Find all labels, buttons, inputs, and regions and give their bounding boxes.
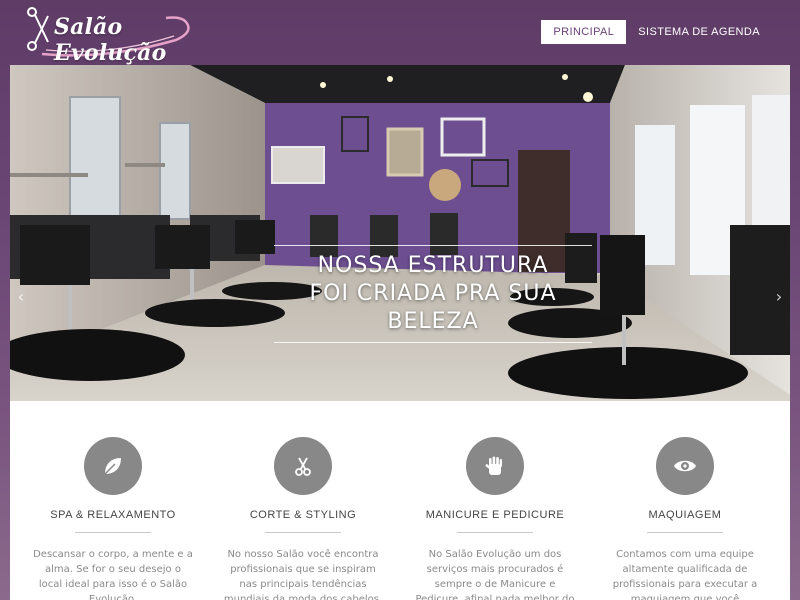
- service-title: CORTE & STYLING: [249, 509, 357, 521]
- hero-headline-line-2: FOI CRIADA PRA SUA BELEZA: [309, 281, 557, 334]
- hero-headline-line-1: NOSSA ESTRUTURA: [317, 253, 549, 278]
- nav-item-principal[interactable]: PRINCIPAL: [541, 20, 627, 44]
- service-description: No nosso Salão você encontra profissiona…: [223, 549, 383, 600]
- service-description: No Salão Evolução um dos serviços mais p…: [415, 549, 575, 600]
- service-divider: [457, 532, 533, 533]
- service-title: MANICURE E PEDICURE: [425, 509, 565, 521]
- eye-icon: [656, 437, 714, 495]
- service-description: Contamos com uma equipe altamente qualif…: [612, 549, 758, 600]
- service-corte: CORTE & STYLING No nosso Salão você enco…: [208, 401, 398, 600]
- scissors-icon: [274, 437, 332, 495]
- service-description: Descansar o corpo, a mente e a alma. Se …: [33, 549, 193, 600]
- service-title: SPA & RELAXAMENTO: [50, 509, 176, 521]
- logo-text: Salão Evolução: [54, 14, 167, 66]
- logo[interactable]: Salão Evolução: [26, 4, 196, 66]
- hero-caption: NOSSA ESTRUTURA FOI CRIADA PRA SUA BELEZ…: [274, 245, 592, 343]
- service-manicure: MANICURE E PEDICURE No Salão Evolução um…: [400, 401, 590, 600]
- slider-next-arrow[interactable]: ›: [772, 287, 786, 307]
- service-divider: [647, 532, 723, 533]
- services-section: SPA & RELAXAMENTO Descansar o corpo, a m…: [10, 401, 790, 600]
- hand-icon: [466, 437, 524, 495]
- service-maquiagem: MAQUIAGEM Contamos com uma equipe altame…: [590, 401, 780, 600]
- header: Salão Evolução PRINCIPAL SISTEMA DE AGEN…: [0, 0, 800, 66]
- hero-caption-rule-bottom: [274, 342, 592, 343]
- slider-prev-arrow[interactable]: ‹: [14, 287, 28, 307]
- hero-slider: NOSSA ESTRUTURA FOI CRIADA PRA SUA BELEZ…: [10, 65, 790, 401]
- service-divider: [75, 532, 151, 533]
- service-spa: SPA & RELAXAMENTO Descansar o corpo, a m…: [18, 401, 208, 600]
- salon-interior-image: [10, 65, 790, 401]
- service-divider: [265, 532, 341, 533]
- service-title: MAQUIAGEM: [648, 509, 722, 521]
- nav-item-sistema-de-agenda[interactable]: SISTEMA DE AGENDA: [626, 20, 772, 44]
- main-nav: PRINCIPAL SISTEMA DE AGENDA: [541, 20, 772, 44]
- leaf-icon: [84, 437, 142, 495]
